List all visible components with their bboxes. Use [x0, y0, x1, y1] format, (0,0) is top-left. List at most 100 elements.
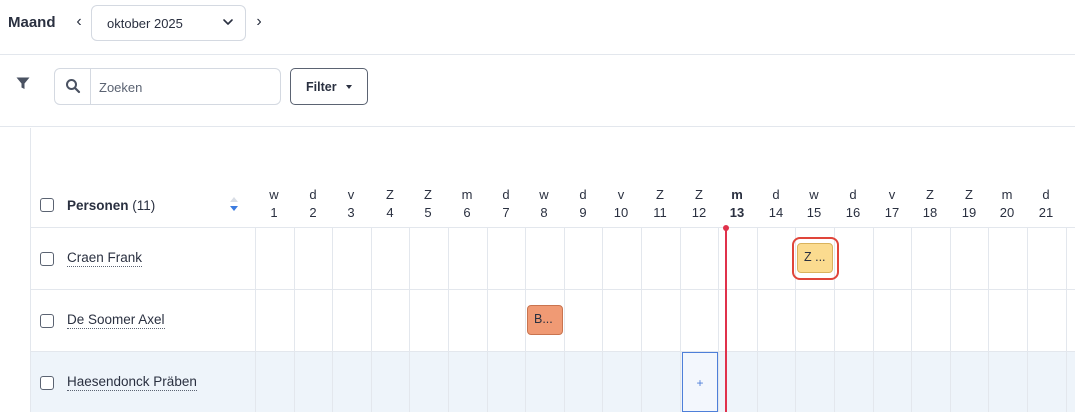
day-number: 9: [579, 205, 587, 220]
day-number: 11: [653, 205, 667, 220]
column-divider: [757, 228, 758, 412]
weekday-label: d: [309, 187, 317, 202]
person-checkbox[interactable]: [40, 376, 54, 390]
chevron-down-icon: [223, 19, 233, 25]
persons-label: Personen: [67, 198, 129, 213]
day-number: 20: [999, 205, 1015, 220]
day-number: 18: [922, 205, 938, 220]
day-header: Z 19: [950, 186, 988, 222]
column-divider: [1066, 228, 1067, 412]
caret-down-icon: [346, 85, 352, 89]
person-name-link[interactable]: Haesendonck Präben: [67, 374, 197, 391]
day-number: 1: [270, 205, 278, 220]
month-select[interactable]: oktober 2025: [91, 5, 246, 41]
next-month-button[interactable]: ›: [251, 12, 267, 32]
weekday-label: Z: [695, 187, 703, 202]
weekday-label: d: [849, 187, 857, 202]
weekday-label: Z: [656, 187, 664, 202]
persons-count: (11): [132, 198, 156, 213]
column-divider: [873, 228, 874, 412]
column-divider: [371, 228, 372, 412]
day-number: 17: [884, 205, 900, 220]
day-number: 16: [845, 205, 861, 220]
person-name-link[interactable]: De Soomer Axel: [67, 312, 165, 329]
planning-grid: Personen (11) w 1 d 2 v 3 Z 4 Z 5 m 6 d 7 w 8 d 9 v 10 Z 11 Z 1…: [30, 128, 1075, 412]
weekday-label: m: [731, 187, 743, 202]
column-divider: [950, 228, 951, 412]
day-number: 3: [347, 205, 355, 220]
weekday-label: d: [579, 187, 587, 202]
add-event-cell[interactable]: +: [682, 352, 718, 412]
weekday-label: v: [888, 187, 896, 202]
weekday-label: Z: [965, 187, 973, 202]
day-header-today: m 13: [718, 186, 756, 222]
day-header: Z4: [371, 186, 409, 222]
day-header: v 17: [873, 186, 911, 222]
search-divider: [90, 69, 91, 104]
funnel-icon[interactable]: [16, 77, 30, 90]
day-header: v3: [332, 186, 370, 222]
column-divider: [525, 228, 526, 412]
today-marker-dot: [723, 225, 729, 231]
weekday-label: w: [539, 187, 549, 202]
day-header: d 14: [757, 186, 795, 222]
column-divider: [911, 228, 912, 412]
grid-header-row: Personen (11) w 1 d 2 v 3 Z 4 Z 5 m 6 d 7 w 8 d 9 v 10 Z 11 Z 1…: [31, 128, 1075, 228]
weekday-label: w: [809, 187, 819, 202]
event-highlight-ring: [792, 237, 839, 280]
weekday-label: Z: [386, 187, 394, 202]
filter-toolbar: Filter: [0, 55, 1075, 127]
day-number: 12: [691, 205, 707, 220]
weekday-label: d: [772, 187, 780, 202]
weekday-label: w: [269, 187, 279, 202]
search-box: [54, 68, 281, 105]
day-header: Z 11: [641, 186, 679, 222]
sort-icon[interactable]: [229, 194, 239, 214]
day-header: Z5: [409, 186, 447, 222]
day-number: 10: [613, 205, 629, 220]
weekday-label: m: [461, 187, 473, 202]
day-number: 19: [961, 205, 977, 220]
weekday-label: d: [1042, 187, 1050, 202]
weekday-label: m: [1001, 187, 1013, 202]
filter-button[interactable]: Filter: [290, 68, 368, 105]
day-number: 8: [540, 205, 548, 220]
day-number: 21: [1038, 205, 1054, 220]
column-divider: [448, 228, 449, 412]
day-header: d7: [487, 186, 525, 222]
filter-button-label: Filter: [306, 80, 337, 94]
column-divider: [255, 228, 256, 412]
column-divider: [564, 228, 565, 412]
day-number: 14: [768, 205, 784, 220]
column-divider: [409, 228, 410, 412]
weekday-label: Z: [926, 187, 934, 202]
day-header: d9: [564, 186, 602, 222]
previous-month-button[interactable]: ‹: [71, 12, 87, 32]
column-divider: [332, 228, 333, 412]
person-checkbox[interactable]: [40, 252, 54, 266]
person-name-link[interactable]: Craen Frank: [67, 250, 143, 267]
day-header: m6: [448, 186, 486, 222]
weekday-label: Z: [424, 187, 432, 202]
select-all-checkbox[interactable]: [40, 198, 54, 212]
month-select-value: oktober 2025: [107, 16, 183, 31]
day-number: 15: [806, 205, 822, 220]
search-input[interactable]: [99, 77, 269, 97]
column-divider: [487, 228, 488, 412]
day-header: w8: [525, 186, 563, 222]
day-header: Z 18: [911, 186, 949, 222]
day-header: w 15: [795, 186, 833, 222]
calendar-topbar: Maand ‹ oktober 2025 ›: [0, 0, 1075, 55]
day-number: 2: [309, 205, 317, 220]
today-marker-line: [725, 228, 727, 412]
view-mode-label: Maand: [8, 14, 56, 31]
day-number: 5: [424, 205, 432, 220]
weekday-label: v: [617, 187, 625, 202]
day-number: 6: [463, 205, 471, 220]
persons-column-header[interactable]: Personen (11): [67, 198, 155, 213]
person-checkbox[interactable]: [40, 314, 54, 328]
day-header: d 21: [1027, 186, 1065, 222]
day-header: Z 12: [680, 186, 718, 222]
calendar-event[interactable]: B...: [527, 305, 563, 335]
day-number: 7: [502, 205, 510, 220]
